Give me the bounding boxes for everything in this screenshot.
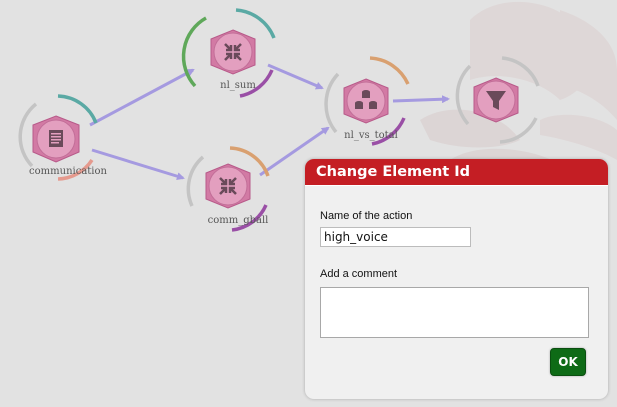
node-label-nl-vs-total: nl_vs_total xyxy=(344,130,398,141)
node-label-communication: communication xyxy=(29,166,107,177)
watermark-logo xyxy=(420,1,617,170)
document-icon xyxy=(49,130,63,147)
name-field-label: Name of the action xyxy=(320,210,413,222)
workflow-canvas[interactable]: communication nl_sum comm_gball nl_vs_to… xyxy=(0,0,617,407)
edge-communication-nl-sum xyxy=(89,68,195,127)
node-label-comm-gball: comm_gball xyxy=(207,215,269,226)
edge-nl-sum-nl-vs-total xyxy=(267,63,324,90)
comment-textarea[interactable] xyxy=(320,287,589,338)
ok-button[interactable]: OK xyxy=(550,348,586,376)
dialog-title: Change Element Id xyxy=(305,159,608,186)
edge-nl-vs-total-high-voice xyxy=(392,95,450,104)
node-label-nl-sum: nl_sum xyxy=(220,80,256,91)
change-element-id-dialog: Change Element Id Name of the action Add… xyxy=(305,159,608,399)
comment-field-label: Add a comment xyxy=(320,268,398,280)
action-name-input[interactable] xyxy=(320,227,471,247)
